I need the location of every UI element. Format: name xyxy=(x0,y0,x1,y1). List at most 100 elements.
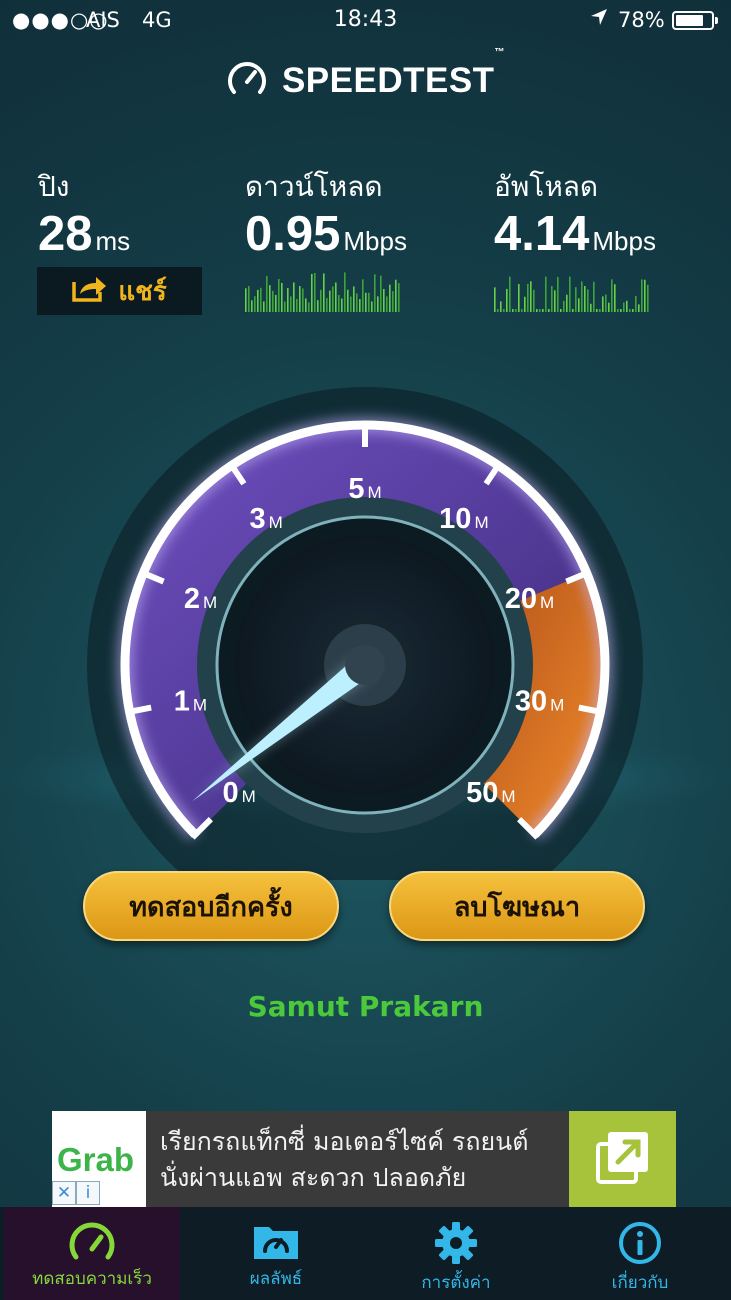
gauge-hub xyxy=(345,645,385,685)
sparkline-bar xyxy=(578,298,580,312)
tab-about[interactable]: เกี่ยวกับ xyxy=(552,1207,728,1300)
sparkline-bar xyxy=(509,276,511,312)
results-folder-icon xyxy=(254,1227,298,1259)
sparkline-bar xyxy=(332,286,334,312)
sparkline-bar xyxy=(251,300,253,312)
sparkline-bar xyxy=(287,288,289,312)
sparkline-bar xyxy=(317,300,319,312)
app-header: SPEEDTEST™ xyxy=(0,47,731,104)
sparkline-bar xyxy=(335,282,337,312)
sparkline-bar xyxy=(323,273,325,312)
server-location: Samut Prakarn xyxy=(247,990,484,1023)
share-icon xyxy=(72,274,108,309)
sparkline-bar xyxy=(569,276,571,312)
sparkline-bar xyxy=(542,309,544,312)
sparkline-bar xyxy=(338,295,340,312)
sparkline-bar xyxy=(311,273,313,312)
ad-banner[interactable]: Grab ✕ i เรียกรถแท็กซี่ มอเตอร์ไซค์ รถยน… xyxy=(52,1111,676,1207)
sparkline-bar xyxy=(341,298,343,312)
ad-info-icon[interactable]: i xyxy=(76,1181,100,1205)
sparkline-bar xyxy=(608,302,610,312)
sparkline-bar xyxy=(512,309,514,312)
share-button[interactable]: แชร์ xyxy=(37,267,202,315)
sparkline-bar xyxy=(566,294,568,312)
tab-results-label: ผลลัพธ์ xyxy=(249,1269,303,1289)
info-icon xyxy=(619,1222,661,1264)
location-arrow-icon xyxy=(590,7,608,31)
sparkline-bar xyxy=(365,292,367,312)
sparkline-bar xyxy=(248,286,250,312)
sparkline-bar xyxy=(638,304,640,312)
sparkline-bar xyxy=(539,309,541,312)
sparkline-bar xyxy=(362,279,364,312)
app-title: SPEEDTEST™ xyxy=(281,47,506,100)
sparkline-bar xyxy=(293,282,295,312)
speedtest-logo-icon xyxy=(226,58,268,104)
ad-open-button[interactable] xyxy=(569,1111,676,1207)
tab-settings[interactable]: การตั้งค่า xyxy=(368,1207,544,1300)
sparkline-bar xyxy=(503,309,505,312)
remove-ads-button[interactable]: ลบโฆษณา xyxy=(389,871,645,941)
ad-line-1: เรียกรถแท็กซี่ มอเตอร์ไซค์ รถยนต์ xyxy=(160,1127,529,1156)
ad-close-icon[interactable]: ✕ xyxy=(52,1181,76,1205)
sparkline-bar xyxy=(494,287,496,312)
tab-settings-label: การตั้งค่า xyxy=(421,1273,491,1293)
sparkline-bar xyxy=(587,289,589,312)
battery-icon xyxy=(672,11,718,30)
sparkline-bar xyxy=(395,279,397,312)
sparkline-bar xyxy=(269,285,271,312)
sparkline-bar xyxy=(392,291,394,312)
sparkline-bar xyxy=(521,309,523,312)
sparkline-bar xyxy=(599,309,601,312)
sparkline-bar xyxy=(383,288,385,312)
sparkline-bar xyxy=(281,282,283,312)
sparkline-bar xyxy=(530,281,532,312)
tab-about-label: เกี่ยวกับ xyxy=(611,1273,669,1293)
sparkline-bar xyxy=(644,279,646,312)
sparkline-bar xyxy=(500,301,502,312)
sparkline-bar xyxy=(551,286,553,312)
sparkline-bar xyxy=(314,272,316,312)
sparkline-bar xyxy=(266,275,268,312)
sparkline-bar xyxy=(290,296,292,312)
ping-label: ปิง xyxy=(38,170,70,203)
sparkline-bar xyxy=(368,292,370,312)
sparkline-bar xyxy=(536,309,538,312)
sparkline-bar xyxy=(533,289,535,312)
sparkline-bar xyxy=(374,274,376,312)
sparkline-bar xyxy=(356,293,358,312)
sparkline-bar xyxy=(626,300,628,312)
upload-value: 4.14 Mbps xyxy=(494,207,656,261)
sparkline-bar xyxy=(359,299,361,312)
sparkline-bar xyxy=(647,284,649,312)
sparkline-bar xyxy=(596,309,598,312)
sparkline-bar xyxy=(620,309,622,312)
ad-text: เรียกรถแท็กซี่ มอเตอร์ไซค์ รถยนต์ นั่งผ่… xyxy=(160,1124,528,1196)
sparkline-bar xyxy=(614,284,616,312)
retest-button[interactable]: ทดสอบอีกครั้ง xyxy=(83,871,339,941)
sparkline-bar xyxy=(518,284,520,312)
sparkline-bar xyxy=(284,301,286,312)
sparkline-bar xyxy=(632,309,634,312)
sparkline-bar xyxy=(275,294,277,312)
sparkline-bar xyxy=(347,289,349,312)
sparkline-bar xyxy=(302,288,304,312)
sparkline-bar xyxy=(344,272,346,312)
download-value: 0.95 Mbps xyxy=(245,207,407,261)
sparkline-bar xyxy=(557,276,559,312)
sparkline-bar xyxy=(329,290,331,312)
sparkline-bar xyxy=(296,298,298,312)
speed-gauge: 0 M1 M2 M3 M5 M10 M20 M30 M50 M xyxy=(0,387,731,880)
battery-percent: 78% xyxy=(618,8,665,32)
sparkline-bar xyxy=(572,309,574,312)
sparkline-bar xyxy=(602,296,604,312)
sparkline-bar xyxy=(245,288,247,312)
sparkline-bar xyxy=(548,309,550,312)
download-unit: Mbps xyxy=(343,226,407,256)
sparkline-bar xyxy=(254,296,256,312)
sparkline-bar xyxy=(497,309,499,312)
tab-results[interactable]: ผลลัพธ์ xyxy=(188,1207,364,1300)
sparkline-bar xyxy=(581,281,583,312)
tab-speed-test[interactable]: ทดสอบความเร็ว xyxy=(4,1207,180,1300)
sparkline-bar xyxy=(629,309,631,312)
